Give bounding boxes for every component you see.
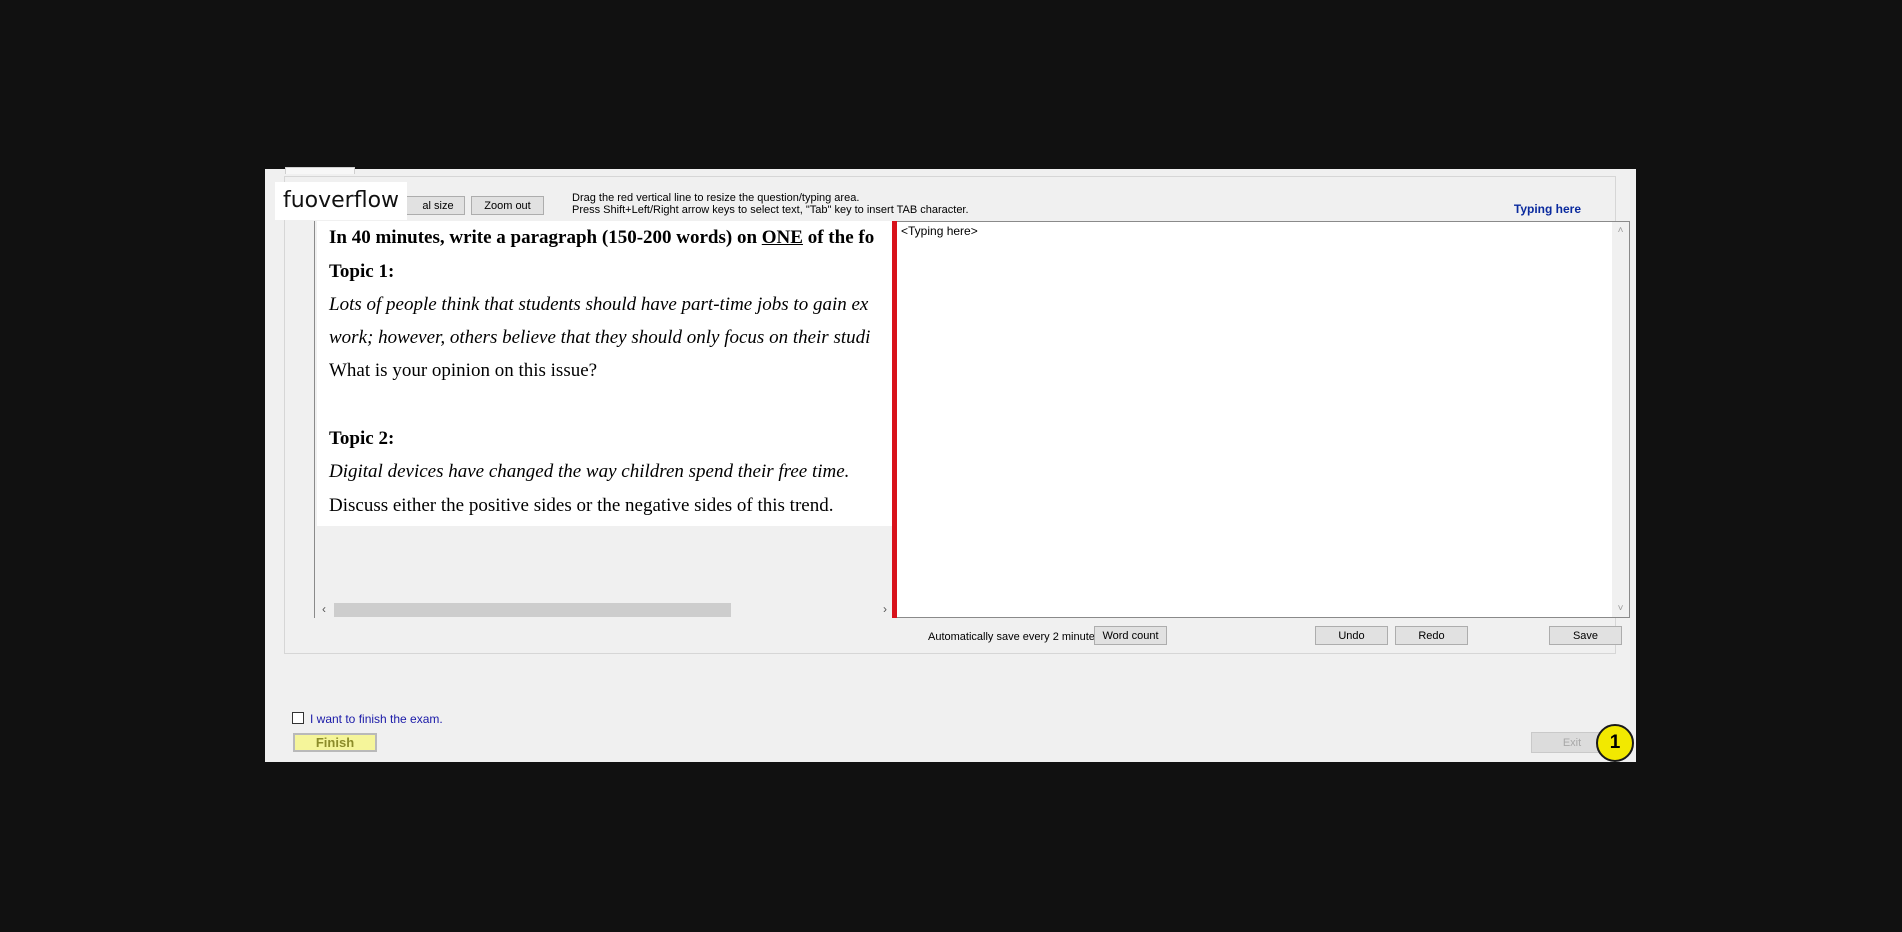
tab-header[interactable] (285, 167, 355, 174)
answer-vertical-scrollbar[interactable]: ˄ ˅ (1612, 222, 1629, 617)
scroll-right-icon[interactable]: › (878, 601, 892, 618)
hint-line-1: Drag the red vertical line to resize the… (572, 192, 860, 204)
writing-panel: al size Zoom out Drag the red vertical l… (284, 176, 1630, 654)
question-horizontal-scrollbar[interactable]: ‹ › (317, 601, 892, 618)
topic1-line-3: What is your opinion on this issue? (329, 360, 598, 381)
scrollbar-thumb[interactable] (334, 603, 731, 617)
topic1-title: Topic 1: (329, 261, 395, 282)
instruction-text-after: of the fo (802, 227, 875, 248)
instruction-emphasis: ONE (761, 227, 803, 248)
instruction-text-before: In 40 minutes, write a paragraph (150-20… (329, 227, 762, 248)
answer-textarea[interactable]: <Typing here> ˄ ˅ (897, 221, 1630, 618)
answer-text: <Typing here> (901, 224, 978, 238)
resize-hint: Drag the red vertical line to resize the… (572, 192, 969, 216)
finish-button[interactable]: Finish (293, 733, 377, 752)
scroll-up-icon[interactable]: ˄ (1612, 222, 1629, 239)
question-content: In 40 minutes, write a paragraph (150-20… (317, 221, 892, 526)
instruction-line: In 40 minutes, write a paragraph (150-20… (329, 227, 874, 249)
step-badge: 1 (1596, 724, 1634, 762)
autosave-note: Automatically save every 2 minutes. (928, 631, 1104, 643)
question-pane: In 40 minutes, write a paragraph (150-20… (314, 221, 895, 618)
save-button[interactable]: Save (1549, 626, 1622, 645)
scroll-left-icon[interactable]: ‹ (317, 601, 331, 618)
topic2-title: Topic 2: (329, 428, 395, 449)
word-count-button[interactable]: Word count (1094, 626, 1167, 645)
topic2-line-1: Digital devices have changed the way chi… (329, 461, 850, 482)
topic1-line-2: work; however, others believe that they … (329, 327, 871, 348)
watermark-label: fuoverflow (275, 182, 407, 220)
topic1-line-1: Lots of people think that students shoul… (329, 294, 869, 315)
finish-exam-checkbox[interactable] (292, 712, 304, 724)
undo-button[interactable]: Undo (1315, 626, 1388, 645)
hint-line-2: Press Shift+Left/Right arrow keys to sel… (572, 204, 969, 216)
topic2-line-2: Discuss either the positive sides or the… (329, 495, 834, 516)
redo-button[interactable]: Redo (1395, 626, 1468, 645)
finish-exam-label[interactable]: I want to finish the exam. (310, 712, 443, 726)
scroll-down-icon[interactable]: ˅ (1612, 600, 1629, 617)
zoom-out-button[interactable]: Zoom out (471, 196, 544, 215)
typing-area-title: Typing here (1513, 202, 1581, 216)
exam-window: al size Zoom out Drag the red vertical l… (265, 167, 1636, 762)
